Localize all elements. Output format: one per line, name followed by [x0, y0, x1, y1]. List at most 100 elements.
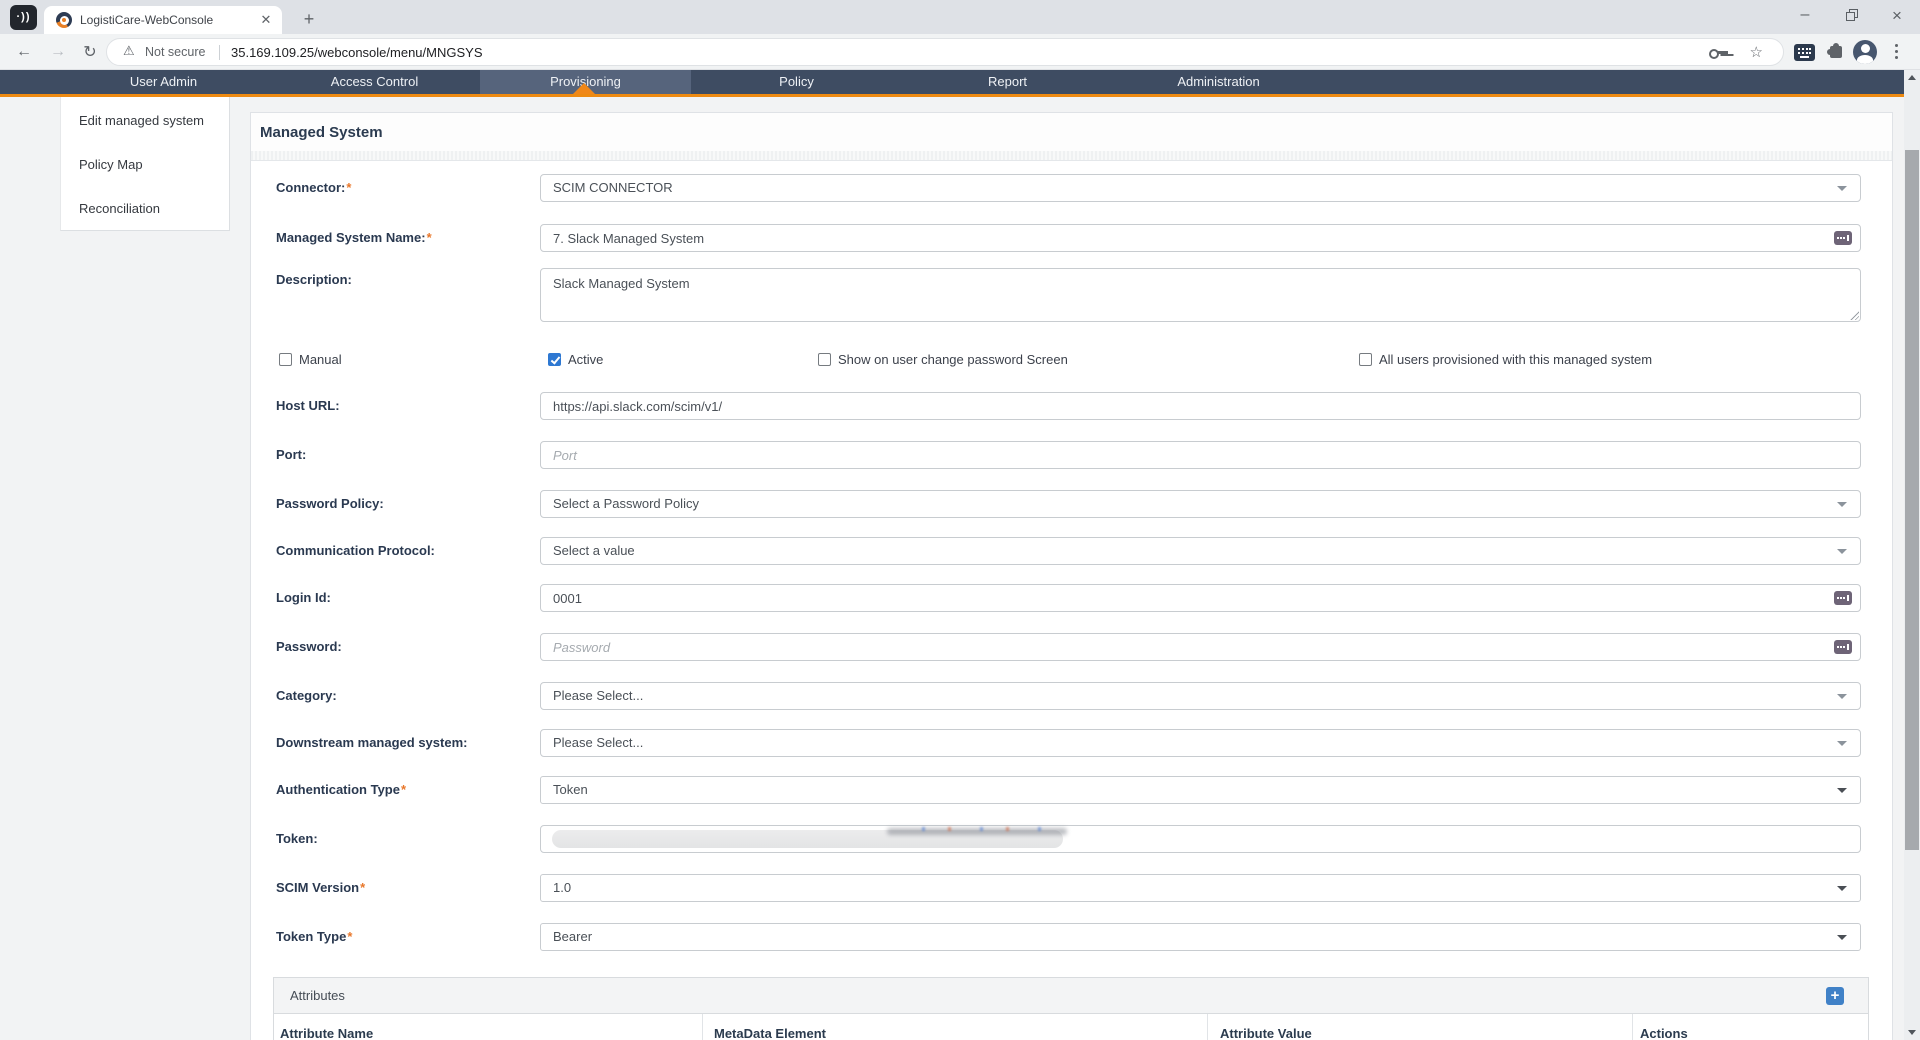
password-input[interactable]: [540, 633, 1861, 661]
new-tab-button[interactable]: +: [296, 7, 322, 33]
field-row-token: Token:: [251, 825, 1892, 853]
chevron-down-icon: [1837, 741, 1847, 746]
redacted-token-value: [552, 830, 1063, 848]
field-row-login-id: Login Id:: [251, 584, 1892, 612]
scroll-down-icon[interactable]: [1904, 1024, 1920, 1040]
nav-item-access-control[interactable]: Access Control: [269, 70, 480, 94]
field-row-authentication-type: Authentication Type* Token: [251, 776, 1892, 804]
attributes-table-header: Attribute Name MetaData Element Attribut…: [274, 1014, 1868, 1040]
restore-icon: [1846, 12, 1855, 21]
restore-button[interactable]: [1828, 0, 1874, 33]
column-divider: [1632, 1014, 1633, 1040]
field-row-password: Password:: [251, 633, 1892, 661]
extensions-puzzle-icon[interactable]: [1830, 46, 1842, 58]
required-mark: *: [346, 180, 351, 195]
active-checkbox[interactable]: [548, 353, 561, 366]
field-row-description: Description: Slack Managed System: [251, 268, 1892, 322]
port-input[interactable]: [540, 441, 1861, 469]
security-label[interactable]: Not secure: [145, 39, 205, 66]
keyboard-input-icon[interactable]: [1834, 231, 1852, 245]
warning-icon[interactable]: ⚠: [123, 39, 135, 65]
address-bar[interactable]: ⚠ Not secure 35.169.109.25/webconsole/me…: [106, 38, 1784, 66]
browser-toolbar: ← → ↻ ⚠ Not secure 35.169.109.25/webcons…: [0, 34, 1920, 70]
field-row-downstream: Downstream managed system: Please Select…: [251, 729, 1892, 757]
reload-icon[interactable]: ↻: [78, 40, 102, 64]
column-actions: Actions: [1640, 1026, 1688, 1040]
url-text[interactable]: 35.169.109.25/webconsole/menu/MNGSYS: [231, 39, 483, 66]
nav-item-report[interactable]: Report: [902, 70, 1113, 94]
required-mark: *: [360, 880, 365, 895]
app-nav-bar: User Admin Access Control Provisioning P…: [0, 70, 1920, 97]
category-dropdown[interactable]: Please Select...: [540, 682, 1861, 710]
panel-header: Managed System: [251, 113, 1892, 161]
description-label: Description:: [276, 272, 352, 287]
close-button[interactable]: ×: [1874, 0, 1920, 33]
active-nav-arrow-icon: [573, 83, 595, 94]
column-attribute-name: Attribute Name: [280, 1026, 373, 1040]
active-label: Active: [568, 353, 603, 367]
sidebar-menu: Edit managed system Policy Map Reconcili…: [60, 97, 230, 231]
downstream-label: Downstream managed system:: [276, 735, 467, 750]
description-textarea[interactable]: Slack Managed System: [540, 268, 1861, 322]
chevron-down-icon: [1837, 694, 1847, 699]
token-type-select[interactable]: Bearer: [540, 923, 1861, 951]
required-mark: *: [401, 782, 406, 797]
page-scrollbar[interactable]: [1904, 70, 1920, 1040]
login-id-input[interactable]: [540, 584, 1861, 612]
browser-tab[interactable]: LogistiCare-WebConsole ✕: [44, 6, 282, 34]
downstream-dropdown[interactable]: Please Select...: [540, 729, 1861, 757]
connector-dropdown[interactable]: SCIM CONNECTOR: [540, 174, 1861, 202]
tab-close-icon[interactable]: ✕: [258, 12, 274, 28]
all-users-label: All users provisioned with this managed …: [1379, 353, 1652, 367]
keyboard-input-icon[interactable]: [1834, 591, 1852, 605]
authentication-type-select[interactable]: Token: [540, 776, 1861, 804]
nav-item-user-admin[interactable]: User Admin: [58, 70, 269, 94]
password-key-icon[interactable]: [1709, 48, 1729, 58]
scim-version-select[interactable]: 1.0: [540, 874, 1861, 902]
all-users-checkbox[interactable]: [1359, 353, 1372, 366]
scroll-up-icon[interactable]: [1904, 70, 1920, 86]
chevron-down-icon: [1837, 186, 1847, 191]
page-title: Managed System: [260, 113, 383, 153]
password-label: Password:: [276, 639, 342, 654]
password-policy-dropdown[interactable]: Select a Password Policy: [540, 490, 1861, 518]
nav-item-policy[interactable]: Policy: [691, 70, 902, 94]
attributes-title: Attributes: [290, 978, 345, 1014]
field-row-managed-system-name: Managed System Name:*: [251, 224, 1892, 252]
token-label: Token:: [276, 831, 318, 846]
back-icon[interactable]: ←: [12, 40, 36, 64]
chevron-down-icon: [1837, 886, 1847, 891]
minimize-button[interactable]: –: [1782, 0, 1828, 33]
column-divider: [1207, 1014, 1208, 1040]
show-password-screen-checkbox[interactable]: [818, 353, 831, 366]
forward-icon: →: [46, 40, 70, 64]
communication-protocol-dropdown[interactable]: Select a value: [540, 537, 1861, 565]
bookmark-star-icon[interactable]: ☆: [1750, 39, 1763, 66]
add-attribute-button[interactable]: +: [1826, 987, 1844, 1005]
browser-menu-icon[interactable]: [1894, 43, 1898, 61]
login-id-label: Login Id:: [276, 590, 331, 605]
manual-checkbox[interactable]: [279, 353, 292, 366]
show-password-screen-label: Show on user change password Screen: [838, 353, 1068, 367]
port-label: Port:: [276, 447, 306, 462]
sidebar-item-policy-map[interactable]: Policy Map: [79, 155, 224, 175]
managed-system-panel: Managed System Connector:* SCIM CONNECTO…: [250, 112, 1893, 1040]
keyboard-input-icon[interactable]: [1834, 640, 1852, 654]
managed-system-name-input[interactable]: [540, 224, 1861, 252]
chevron-down-icon: [1837, 788, 1847, 793]
field-row-communication-protocol: Communication Protocol: Select a value: [251, 537, 1892, 565]
host-url-input[interactable]: [540, 392, 1861, 420]
keyboard-extension-icon[interactable]: [1794, 44, 1815, 61]
profile-avatar[interactable]: [1853, 40, 1877, 64]
chevron-down-icon: [1837, 935, 1847, 940]
authentication-type-label: Authentication Type: [276, 782, 400, 797]
communication-protocol-label: Communication Protocol:: [276, 543, 435, 558]
sidebar-item-edit-managed-system[interactable]: Edit managed system: [79, 111, 224, 131]
nav-item-administration[interactable]: Administration: [1113, 70, 1324, 94]
sidebar-item-reconciliation[interactable]: Reconciliation: [79, 199, 224, 219]
scrollbar-thumb[interactable]: [1905, 150, 1919, 850]
scim-version-label: SCIM Version: [276, 880, 359, 895]
logisticare-favicon-icon: [56, 12, 72, 28]
required-mark: *: [347, 929, 352, 944]
attributes-header-bar: Attributes +: [274, 978, 1868, 1014]
